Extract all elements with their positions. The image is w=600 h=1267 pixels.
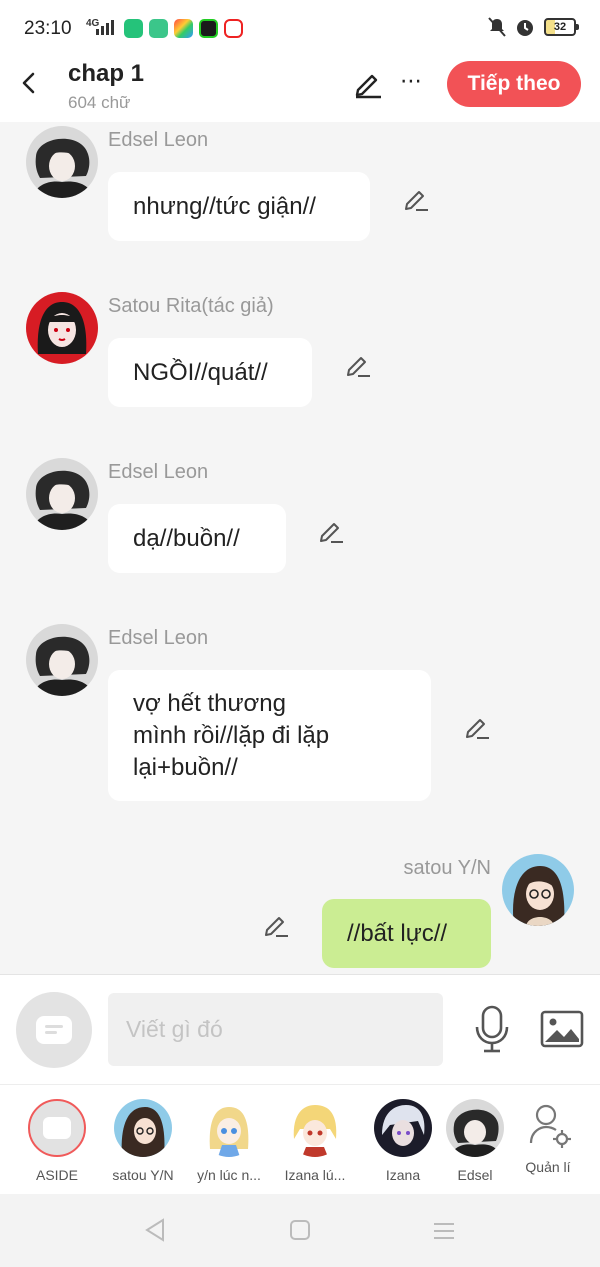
character-label: Izana lú... — [284, 1167, 346, 1183]
edit-message-icon[interactable] — [262, 911, 290, 939]
battery-indicator: 32 — [544, 18, 579, 36]
avatar — [114, 1099, 172, 1157]
message-line: mình rồi//lặp đi lặp — [133, 721, 330, 749]
message-bubble[interactable]: nhưng//tức giận// — [108, 172, 370, 241]
message-bubble[interactable]: //bất lực// — [322, 899, 491, 968]
signal-icon — [96, 20, 114, 35]
aside-icon — [36, 1016, 72, 1044]
alarm-icon — [517, 20, 533, 36]
mute-icon — [488, 17, 506, 37]
back-arrow-icon[interactable] — [16, 68, 46, 98]
more-options-icon[interactable]: ⋯ — [400, 68, 426, 98]
edit-message-icon[interactable] — [463, 713, 491, 741]
message-bubble[interactable]: dạ//buồn// — [108, 504, 286, 573]
character-label: Izana — [385, 1167, 421, 1183]
system-navigation-bar — [0, 1194, 600, 1267]
sender-name: Edsel Leon — [108, 129, 209, 151]
aside-avatar — [28, 1099, 86, 1157]
chat-app-icon — [149, 19, 168, 38]
notification-icons — [124, 19, 243, 38]
edit-message-icon[interactable] — [344, 351, 372, 379]
avatar[interactable] — [26, 126, 98, 198]
word-count: 604 chữ — [68, 93, 131, 112]
character-label: y/n lúc n... — [197, 1167, 261, 1183]
sender-name: Edsel Leon — [108, 627, 209, 649]
sender-name: satou Y/N — [403, 857, 491, 879]
character-item[interactable]: satou Y/N — [103, 1095, 183, 1183]
avatar[interactable] — [26, 458, 98, 530]
chapter-title: chap 1 — [68, 60, 145, 87]
message-bubble[interactable]: NGỒI//quát// — [108, 338, 312, 407]
avatar — [286, 1099, 344, 1157]
chapter-header: chap 1 604 chữ ⋯ Tiếp theo — [0, 60, 600, 122]
character-selector: ASIDE satou Y/N y/n lúc n... Izana lú...… — [0, 1084, 600, 1194]
message-text: nhưng//tức giận// — [133, 192, 316, 220]
avatar[interactable] — [26, 624, 98, 696]
avatar[interactable] — [26, 292, 98, 364]
game-icon — [174, 19, 193, 38]
aside-toggle-button[interactable] — [16, 992, 92, 1068]
image-icon[interactable] — [540, 1009, 584, 1049]
character-label: satou Y/N — [112, 1167, 174, 1183]
next-chapter-button[interactable]: Tiếp theo — [447, 61, 581, 107]
character-label: Quản lí — [525, 1159, 571, 1175]
message-line: vợ hết thương — [133, 689, 286, 717]
character-item[interactable]: Izana — [363, 1095, 443, 1183]
edit-message-icon[interactable] — [402, 185, 430, 213]
chat-area[interactable]: Edsel Leon nhưng//tức giận// Satou Rita(… — [0, 122, 600, 974]
avatar — [200, 1099, 258, 1157]
message-text: vợ hết thương mình rồi//lặp đi lặp lại+b… — [133, 688, 329, 784]
message-text: NGỒI//quát// — [133, 358, 268, 386]
youtube-icon — [224, 19, 243, 38]
sender-name: Satou Rita(tác giả) — [108, 295, 274, 317]
character-item-aside[interactable]: ASIDE — [17, 1095, 97, 1183]
character-item[interactable]: y/n lúc n... — [189, 1095, 269, 1183]
user-settings-icon — [529, 1104, 571, 1148]
character-item[interactable]: Izana lú... — [275, 1095, 355, 1183]
character-label: ASIDE — [35, 1167, 78, 1183]
avatar — [374, 1099, 432, 1157]
message-text: //bất lực// — [347, 919, 448, 947]
whatsapp-icon — [124, 19, 143, 38]
message-input[interactable] — [108, 993, 443, 1066]
edit-message-icon[interactable] — [317, 517, 345, 545]
nav-home-icon[interactable] — [289, 1219, 311, 1241]
sender-name: Edsel Leon — [108, 461, 209, 483]
character-item[interactable]: Edsel — [442, 1095, 508, 1183]
status-time: 23:10 — [24, 18, 72, 39]
status-bar: 23:10 4G 32 — [0, 0, 600, 60]
nav-recents-icon[interactable] — [433, 1221, 455, 1241]
microphone-icon[interactable] — [472, 1005, 512, 1053]
message-text: dạ//buồn// — [133, 524, 240, 552]
edit-pencil-icon[interactable] — [352, 68, 384, 100]
message-composer — [0, 974, 600, 1084]
message-bubble[interactable]: vợ hết thương mình rồi//lặp đi lặp lại+b… — [108, 670, 431, 801]
nav-back-icon[interactable] — [144, 1218, 166, 1242]
app-icon — [199, 19, 218, 38]
character-label: Edsel — [457, 1167, 493, 1183]
manage-characters-button[interactable]: Quản lí — [508, 1095, 588, 1175]
avatar — [446, 1099, 504, 1157]
avatar[interactable] — [502, 854, 574, 926]
message-line: lại+buồn// — [133, 753, 238, 781]
